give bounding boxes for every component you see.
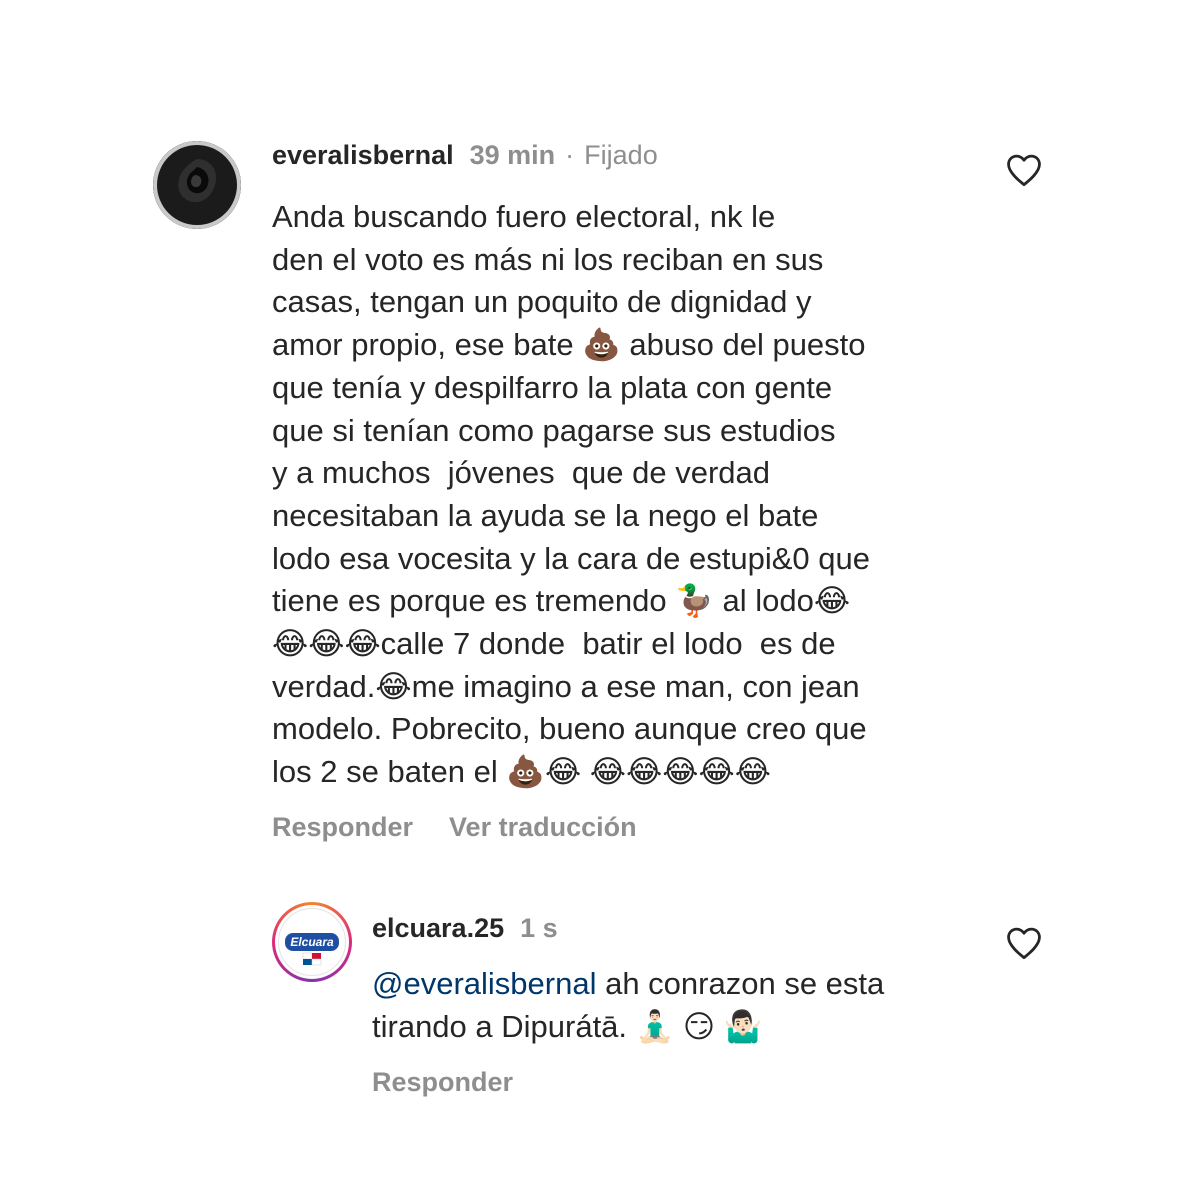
comment-line: tiene es porque es tremendo 🦆 al lodo😂 — [272, 583, 851, 619]
el-cuara-logo-icon: Elcuara — [278, 908, 346, 976]
pinned-label: Fijado — [584, 140, 658, 170]
comment-line: y a muchos jóvenes que de verdad — [272, 455, 771, 491]
comment-line: amor propio, ese bate 💩 abuso del puesto — [272, 327, 866, 363]
user-avatar[interactable] — [153, 141, 241, 229]
comment-line: verdad.😂me imagino a ese man, con jean — [272, 668, 860, 704]
comment-actions: Responder Ver traducción — [272, 811, 637, 843]
meta-separator: · — [565, 140, 575, 170]
see-translation-button[interactable]: Ver traducción — [449, 812, 637, 842]
comment-line: que si tenían como pagarse sus estudios — [272, 412, 836, 448]
like-heart-icon[interactable] — [1005, 153, 1043, 187]
comment-line: 😂😂😂calle 7 donde batir el lodo es de — [272, 626, 836, 662]
comment-time: 39 min — [469, 140, 556, 170]
comment-body: Anda buscando fuero electoral, nk le den … — [272, 196, 870, 794]
comment-line: Anda buscando fuero electoral, nk le — [272, 199, 776, 234]
reply-body: @everalisbernal ah conrazon se esta tiran… — [372, 963, 884, 1048]
reply-actions: Responder — [372, 1066, 513, 1098]
reply-button[interactable]: Responder — [272, 812, 413, 842]
reply-line-2: tirando a Dipurátā. 🧘🏻‍♂️ 😏 🤷🏻‍♂️ — [372, 1008, 763, 1044]
comment-line: den el voto es más ni los reciban en sus — [272, 241, 824, 277]
logo-text: Elcuara — [290, 935, 334, 949]
avatar-story-ring: Elcuara — [275, 905, 349, 979]
comment-line: necesitaban la ayuda se la nego el bate — [272, 497, 819, 533]
comment-header: everalisbernal 39 min · Fijado — [272, 139, 658, 171]
comment-line: modelo. Pobrecito, bueno aunque creo que — [272, 711, 867, 747]
reply-reply-button[interactable]: Responder — [372, 1067, 513, 1097]
reply-username[interactable]: elcuara.25 — [372, 913, 504, 943]
logo-graphic: Elcuara — [285, 933, 339, 966]
mention-link[interactable]: @everalisbernal — [372, 966, 596, 1001]
reply-time: 1 s — [520, 913, 558, 943]
comment-line: que tenía y despilfarro la plata con gen… — [272, 369, 833, 405]
reply-like-heart-icon[interactable] — [1005, 926, 1043, 960]
reply-header: elcuara.25 1 s — [372, 912, 558, 944]
reply-user-avatar[interactable]: Elcuara — [272, 902, 352, 982]
reply-line-1: @everalisbernal ah conrazon se esta — [372, 963, 884, 1006]
comment-username[interactable]: everalisbernal — [272, 140, 454, 170]
black-rose-icon — [153, 141, 241, 229]
comment-line: casas, tengan un poquito de dignidad y — [272, 284, 812, 320]
reply-line-1-text: ah conrazon se esta — [596, 966, 885, 1001]
comment-line: los 2 se baten el 💩😂 😂😂😂😂😂 — [272, 754, 771, 790]
comment-line: lodo esa vocesita y la cara de estupi&0 … — [272, 540, 870, 576]
